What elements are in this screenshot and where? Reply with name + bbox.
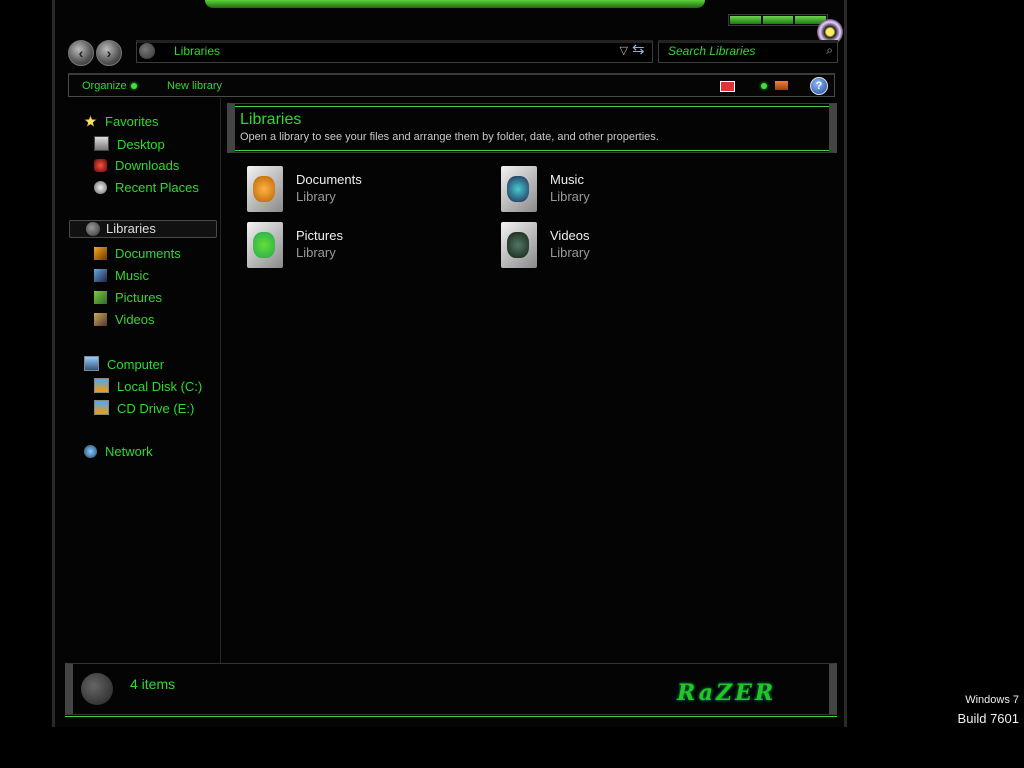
- nav-item-music[interactable]: Music: [94, 268, 149, 283]
- cd-drive-icon: [94, 400, 109, 415]
- search-box[interactable]: Search Libraries ⌕: [658, 40, 838, 63]
- forward-button[interactable]: ›: [96, 40, 122, 66]
- nav-item-cd-drive[interactable]: CD Drive (E:): [94, 400, 194, 416]
- page-subtitle: Open a library to see your files and arr…: [240, 131, 659, 143]
- library-tile-videos[interactable]: Videos Library: [501, 222, 741, 272]
- nav-favorites[interactable]: Favorites: [84, 114, 158, 129]
- library-tile-music[interactable]: Music Library: [501, 166, 741, 216]
- nav-network[interactable]: Network: [84, 444, 153, 459]
- address-bar[interactable]: Libraries ▽: [136, 40, 653, 63]
- nav-item-desktop[interactable]: Desktop: [94, 136, 165, 152]
- music-library-icon: [501, 166, 537, 212]
- library-name: Videos: [550, 228, 590, 243]
- nav-item-downloads[interactable]: Downloads: [94, 158, 179, 173]
- library-name: Music: [550, 172, 584, 187]
- build-watermark: Build 7601: [957, 711, 1019, 726]
- music-icon: [94, 269, 107, 282]
- library-type: Library: [296, 245, 336, 260]
- documents-library-icon: [247, 166, 283, 212]
- library-tile-pictures[interactable]: Pictures Library: [247, 222, 487, 272]
- nav-item-pictures[interactable]: Pictures: [94, 290, 162, 305]
- razer-logo: RaZER: [677, 680, 777, 706]
- documents-icon: [94, 247, 107, 260]
- maximize-button[interactable]: [762, 16, 794, 24]
- explorer-window: ‹ › ▼ Libraries ▽ ⇆ Search Libraries ⌕ O…: [52, 0, 847, 727]
- pictures-icon: [94, 291, 107, 304]
- search-placeholder: Search Libraries: [668, 44, 756, 58]
- new-library-button[interactable]: New library: [167, 80, 222, 92]
- nav-item-documents[interactable]: Documents: [94, 246, 181, 261]
- videos-library-icon: [501, 222, 537, 268]
- nav-computer[interactable]: Computer: [84, 356, 164, 372]
- view-options-dot-icon[interactable]: [761, 83, 767, 89]
- downloads-icon: [94, 159, 107, 172]
- library-tile-documents[interactable]: Documents Library: [247, 166, 487, 216]
- help-icon[interactable]: ?: [810, 77, 828, 95]
- search-icon[interactable]: ⌕: [826, 43, 833, 58]
- libraries-icon: [139, 43, 155, 59]
- command-bar: Organize New library ?: [68, 73, 835, 97]
- libraries-icon: [86, 222, 100, 236]
- minimize-button[interactable]: [730, 16, 761, 24]
- os-watermark: Windows 7: [965, 694, 1019, 706]
- refresh-icon[interactable]: ⇆: [632, 40, 645, 58]
- libraries-large-icon: [81, 673, 113, 705]
- recent-places-icon: [94, 181, 107, 194]
- preview-pane-icon[interactable]: [775, 81, 788, 90]
- nav-item-videos[interactable]: Videos: [94, 312, 155, 327]
- nav-item-recent-places[interactable]: Recent Places: [94, 180, 199, 195]
- desktop-icon: [94, 136, 109, 151]
- pictures-library-icon: [247, 222, 283, 268]
- item-count: 4 items: [130, 676, 176, 692]
- videos-icon: [94, 313, 107, 326]
- star-icon: [84, 115, 97, 127]
- change-view-icon[interactable]: [720, 81, 735, 92]
- address-location: Libraries: [174, 44, 221, 58]
- dropdown-dot-icon: [130, 83, 137, 90]
- library-type: Library: [550, 189, 590, 204]
- library-type: Library: [550, 245, 590, 260]
- library-name: Pictures: [296, 228, 343, 243]
- title-glow: [205, 0, 705, 8]
- content-header: Libraries Open a library to see your fil…: [227, 103, 837, 153]
- window-controls[interactable]: [728, 14, 828, 26]
- navigation-pane: Favorites Desktop Downloads Recent Place…: [68, 98, 221, 663]
- organize-button[interactable]: Organize: [82, 80, 137, 92]
- nav-libraries[interactable]: Libraries: [69, 220, 217, 238]
- page-title: Libraries: [240, 111, 302, 128]
- nav-item-local-disk[interactable]: Local Disk (C:): [94, 378, 202, 394]
- library-name: Documents: [296, 172, 362, 187]
- computer-icon: [84, 356, 99, 371]
- organize-label: Organize: [82, 80, 127, 92]
- back-button[interactable]: ‹: [68, 40, 94, 66]
- address-dropdown-icon[interactable]: ▽: [620, 44, 628, 57]
- library-type: Library: [296, 189, 336, 204]
- drive-icon: [94, 378, 109, 393]
- details-pane: 4 items RaZER: [65, 663, 837, 717]
- network-icon: [84, 445, 97, 458]
